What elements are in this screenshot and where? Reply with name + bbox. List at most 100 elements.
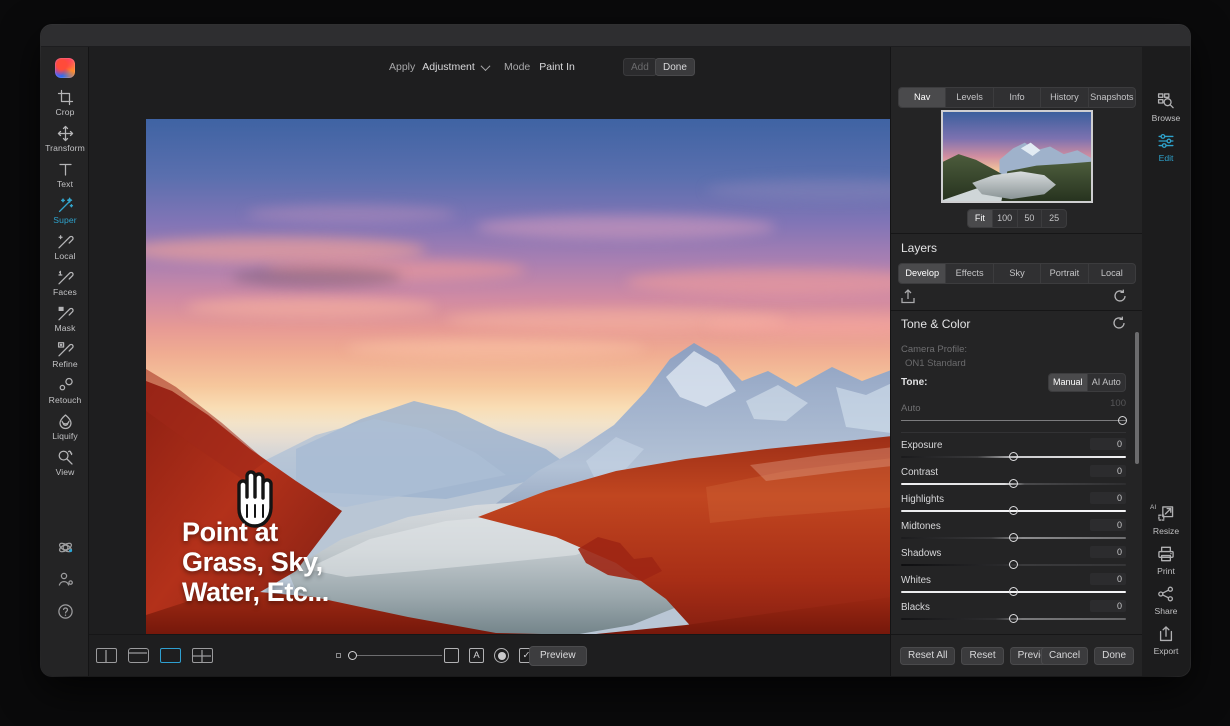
zoom-slider-control[interactable] xyxy=(336,651,442,660)
liquify-icon xyxy=(57,413,74,430)
auto-slider-knob[interactable] xyxy=(1118,416,1127,425)
chevron-down-icon[interactable] xyxy=(480,60,491,71)
tool-faces[interactable]: Faces xyxy=(41,269,89,305)
small-thumb-icon xyxy=(336,653,341,658)
reset-button[interactable]: Reset xyxy=(961,646,1004,665)
nav-tab-bar: Nav Levels Info History Snapshots xyxy=(898,87,1136,108)
slider-value[interactable]: 0 xyxy=(1090,438,1126,450)
slider-label: Blacks xyxy=(901,602,930,613)
tool-local[interactable]: Local xyxy=(41,233,89,269)
circle-fill-icon[interactable] xyxy=(494,648,509,663)
retouch-icon xyxy=(57,377,74,394)
slider-knob[interactable] xyxy=(1009,479,1018,488)
module-resize[interactable]: AI Resize xyxy=(1142,500,1190,540)
tab-sky[interactable]: Sky xyxy=(994,264,1042,283)
done-button-top[interactable]: Done xyxy=(655,58,695,76)
slider-value[interactable]: 0 xyxy=(1090,492,1126,504)
compare-view-icon[interactable] xyxy=(128,648,149,663)
slider-knob[interactable] xyxy=(1009,533,1018,542)
tab-history[interactable]: History xyxy=(1041,88,1089,107)
tool-text[interactable]: Text xyxy=(41,161,89,197)
tool-crop[interactable]: Crop xyxy=(41,89,89,125)
tool-transform[interactable]: Transform xyxy=(41,125,89,161)
atom-sync-icon[interactable] xyxy=(41,531,89,563)
zoom-slider-knob[interactable] xyxy=(348,651,357,660)
reset-all-button[interactable]: Reset All xyxy=(900,646,956,665)
apply-value[interactable]: Adjustment xyxy=(422,61,475,73)
tool-retouch[interactable]: Retouch xyxy=(41,377,89,413)
panel-divider xyxy=(891,233,1143,234)
reset-arrow-icon[interactable] xyxy=(1113,289,1127,303)
slider-value[interactable]: 0 xyxy=(1090,546,1126,558)
slider-shadows[interactable]: Shadows 0 xyxy=(901,546,1126,574)
detail-view-icon[interactable] xyxy=(160,648,181,663)
tool-liquify[interactable]: Liquify xyxy=(41,413,89,449)
help-circle-icon[interactable] xyxy=(41,595,89,627)
tool-super[interactable]: Super xyxy=(41,197,89,233)
panel-buttons-left: Reset All Reset Previous xyxy=(900,646,1065,665)
tab-ai-auto[interactable]: AI Auto xyxy=(1088,374,1126,391)
slider-knob[interactable] xyxy=(1009,587,1018,596)
module-browse[interactable]: Browse xyxy=(1142,87,1190,127)
auto-slider-track[interactable] xyxy=(901,420,1126,422)
photo-canvas[interactable]: Point at Grass, Sky, Water, Etc... xyxy=(146,119,921,643)
tab-effects[interactable]: Effects xyxy=(946,264,994,283)
tab-nav[interactable]: Nav xyxy=(899,88,947,107)
tab-develop[interactable]: Develop xyxy=(899,264,947,283)
slider-exposure[interactable]: Exposure 0 xyxy=(901,438,1126,466)
slider-knob[interactable] xyxy=(1009,506,1018,515)
text-overlay-icon[interactable]: A xyxy=(469,648,484,663)
slider-value[interactable]: 0 xyxy=(1090,573,1126,585)
tool-refine[interactable]: Refine xyxy=(41,341,89,377)
slider-knob[interactable] xyxy=(1009,452,1018,461)
tab-snapshots[interactable]: Snapshots xyxy=(1089,88,1135,107)
slider-value[interactable]: 0 xyxy=(1090,600,1126,612)
tab-levels[interactable]: Levels xyxy=(946,88,994,107)
tab-100[interactable]: 100 xyxy=(993,210,1018,227)
slider-value[interactable]: 0 xyxy=(1090,465,1126,477)
tool-view[interactable]: View xyxy=(41,449,89,485)
auto-slider[interactable] xyxy=(901,416,1127,426)
tool-mask[interactable]: Mask xyxy=(41,305,89,341)
tab-local[interactable]: Local xyxy=(1089,264,1135,283)
preview-button[interactable]: Preview xyxy=(529,645,587,666)
panel-scrollbar[interactable] xyxy=(1135,332,1139,464)
slider-whites[interactable]: Whites 0 xyxy=(901,573,1126,601)
zoom-slider-track[interactable] xyxy=(357,654,442,657)
cancel-button[interactable]: Cancel xyxy=(1040,646,1089,665)
slider-value[interactable]: 0 xyxy=(1090,519,1126,531)
tab-25[interactable]: 25 xyxy=(1042,210,1066,227)
tab-portrait[interactable]: Portrait xyxy=(1041,264,1089,283)
single-view-icon[interactable] xyxy=(96,648,117,663)
tool-label: Transform xyxy=(45,143,85,153)
window-titlebar[interactable] xyxy=(41,25,1190,47)
slider-contrast[interactable]: Contrast 0 xyxy=(901,465,1126,493)
import-preset-icon[interactable] xyxy=(901,289,915,304)
tab-info[interactable]: Info xyxy=(994,88,1042,107)
tab-manual[interactable]: Manual xyxy=(1049,374,1088,391)
tab-fit[interactable]: Fit xyxy=(968,210,993,227)
slider-blacks[interactable]: Blacks 0 xyxy=(901,600,1126,628)
rect-overlay-icon[interactable] xyxy=(444,648,459,663)
camera-profile-value[interactable]: ON1 Standard xyxy=(905,358,966,369)
module-print[interactable]: Print xyxy=(1142,540,1190,580)
slider-highlights[interactable]: Highlights 0 xyxy=(901,492,1126,520)
navigator-thumbnail[interactable] xyxy=(941,110,1093,203)
apply-label: Apply xyxy=(389,61,416,73)
slider-knob[interactable] xyxy=(1009,560,1018,569)
module-export[interactable]: Export xyxy=(1142,620,1190,660)
apply-control[interactable]: Apply Adjustment xyxy=(389,60,491,73)
module-share[interactable]: Share xyxy=(1142,580,1190,620)
reset-arrow-icon[interactable] xyxy=(1112,316,1126,330)
done-button[interactable]: Done xyxy=(1094,646,1134,665)
mode-value[interactable]: Paint In xyxy=(539,61,575,73)
slider-knob[interactable] xyxy=(1009,614,1018,623)
slider-midtones[interactable]: Midtones 0 xyxy=(901,519,1126,547)
grid-view-icon[interactable] xyxy=(192,648,213,663)
mode-control[interactable]: Mode Paint In xyxy=(504,61,624,73)
person-settings-icon[interactable] xyxy=(41,563,89,595)
super-wand-icon xyxy=(57,197,74,214)
module-edit[interactable]: Edit xyxy=(1142,127,1190,167)
add-button[interactable]: Add xyxy=(623,58,657,76)
tab-50[interactable]: 50 xyxy=(1018,210,1043,227)
